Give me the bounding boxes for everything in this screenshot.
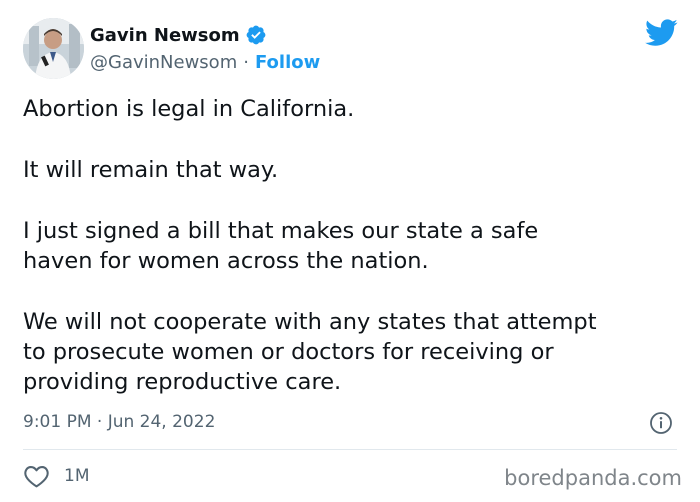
tweet-paragraph: We will not cooperate with any states th… (23, 307, 683, 397)
tweet-paragraph: I just signed a bill that makes our stat… (23, 216, 683, 276)
tweet-line: We will not cooperate with any states th… (23, 309, 597, 335)
like-button[interactable]: 1M (23, 463, 89, 489)
tweet-line: to prosecute women or doctors for receiv… (23, 339, 554, 365)
tweet-line: providing reproductive care. (23, 369, 342, 395)
twitter-bird-icon[interactable] (645, 19, 678, 47)
tweet-timestamp[interactable]: 9:01 PM · Jun 24, 2022 (23, 412, 215, 432)
tweet-text: Abortion is legal in California. It will… (23, 94, 683, 397)
heart-icon (24, 466, 49, 488)
author-name-row: Gavin Newsom (90, 22, 267, 48)
tweet-timestamp-row: 9:01 PM · Jun 24, 2022 (23, 410, 215, 434)
tweet-line: It will remain that way. (23, 157, 279, 183)
handle-separator: · (243, 51, 249, 73)
info-icon[interactable] (649, 411, 673, 435)
tweet-line: haven for women across the nation. (23, 248, 429, 274)
tweet-paragraph: Abortion is legal in California. (23, 94, 683, 124)
divider (23, 449, 677, 450)
avatar-image (23, 18, 84, 79)
tweet-line: Abortion is legal in California. (23, 96, 355, 122)
author-handle-row: @GavinNewsom · Follow (90, 50, 320, 74)
avatar[interactable] (23, 18, 84, 79)
like-count: 1M (64, 466, 90, 486)
tweet-paragraph: It will remain that way. (23, 155, 683, 185)
author-display-name[interactable]: Gavin Newsom (90, 25, 240, 46)
tweet-card: Gavin Newsom @GavinNewsom · Follow Abort… (0, 0, 700, 502)
follow-button[interactable]: Follow (255, 52, 320, 73)
author-handle[interactable]: @GavinNewsom (90, 52, 237, 73)
tweet-line: I just signed a bill that makes our stat… (23, 218, 539, 244)
watermark: boredpanda.com (504, 466, 682, 490)
verified-badge-icon (246, 25, 266, 45)
